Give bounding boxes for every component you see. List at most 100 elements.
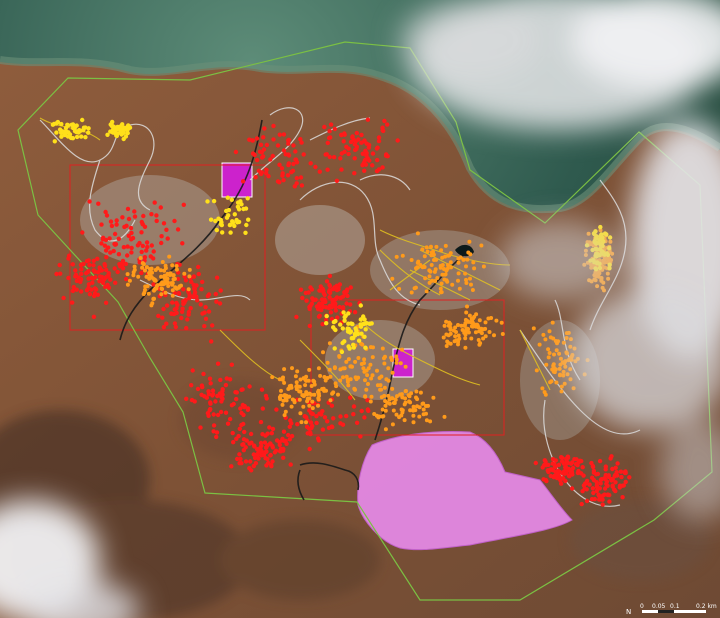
damage-point-damaged <box>440 255 445 260</box>
scale-bar-segment-1 <box>642 610 658 613</box>
damage-point-destroyed <box>144 240 150 245</box>
damage-point-destroyed <box>243 445 248 450</box>
damage-point-destroyed <box>365 117 371 122</box>
damage-point-destroyed <box>330 302 336 307</box>
damage-point-destroyed <box>116 252 122 257</box>
damage-point-destroyed <box>275 179 281 184</box>
damage-point-destroyed <box>325 167 330 172</box>
damage-point-destroyed <box>602 476 607 481</box>
damage-point-damaged <box>163 275 168 280</box>
damage-point-destroyed <box>165 236 170 241</box>
damage-point-damaged <box>439 248 444 253</box>
damage-point-damaged <box>390 370 395 375</box>
damage-point-destroyed <box>300 295 305 301</box>
damage-point-destroyed <box>286 137 292 143</box>
damage-point-damaged <box>165 280 170 285</box>
damage-point-destroyed <box>160 315 165 320</box>
damage-point-damaged <box>317 393 322 398</box>
damage-point-destroyed <box>154 218 159 224</box>
damage-point-destroyed <box>344 413 349 419</box>
damage-point-damaged <box>384 377 389 382</box>
damage-point-damaged <box>363 394 368 399</box>
damage-point-damaged <box>466 319 471 324</box>
damage-point-damaged <box>333 381 338 386</box>
damage-point-destroyed <box>142 224 148 229</box>
damage-point-damaged <box>440 263 445 267</box>
damage-point-destroyed <box>314 420 319 426</box>
damage-point-destroyed <box>310 411 315 417</box>
damage-point-damaged <box>427 274 432 279</box>
damage-point-destroyed <box>261 135 266 140</box>
damage-point-destroyed <box>370 151 376 156</box>
damage-point-damaged <box>429 253 434 258</box>
damage-point-damaged <box>404 389 408 393</box>
damage-point-destroyed <box>190 368 195 373</box>
damage-point-damaged <box>568 377 573 382</box>
damage-point-damaged <box>131 270 136 275</box>
damage-point-possibly_damaged <box>347 346 352 351</box>
damage-point-destroyed <box>291 143 296 148</box>
damage-point-damaged <box>424 289 429 294</box>
damage-point-destroyed <box>107 236 112 241</box>
damage-point-damaged <box>428 269 433 274</box>
damage-point-destroyed <box>261 452 267 458</box>
damage-point-damaged <box>474 312 479 317</box>
damage-point-damaged <box>418 390 423 395</box>
damage-point-destroyed <box>104 255 109 260</box>
damage-point-damaged <box>290 366 294 371</box>
damage-point-destroyed <box>302 414 307 419</box>
damage-point-destroyed <box>183 297 188 303</box>
damage-point-destroyed <box>125 206 131 212</box>
damage-point-destroyed <box>248 459 253 464</box>
damage-point-destroyed <box>254 157 260 163</box>
damage-point-destroyed <box>617 483 623 488</box>
damage-point-destroyed <box>185 317 190 322</box>
damage-point-damaged <box>138 256 143 260</box>
damage-point-destroyed <box>176 291 182 297</box>
damage-point-damaged <box>422 254 427 259</box>
damage-point-destroyed <box>214 434 219 440</box>
damage-point-destroyed <box>316 304 322 310</box>
damage-point-damaged <box>390 276 395 281</box>
damage-point-damaged <box>487 330 492 334</box>
damage-point-damaged <box>446 323 451 328</box>
damage-point-destroyed <box>600 493 606 498</box>
damage-point-destroyed <box>568 461 574 466</box>
damage-point-damaged <box>456 333 461 338</box>
damage-point-destroyed <box>260 154 266 159</box>
damage-point-damaged <box>363 378 367 383</box>
damage-point-damaged <box>403 364 408 369</box>
damage-point-damaged <box>534 368 539 373</box>
damage-point-possibly_damaged <box>346 321 351 326</box>
damage-point-destroyed <box>307 323 312 329</box>
damage-point-damaged <box>468 276 472 281</box>
damage-point-destroyed <box>200 279 205 285</box>
damage-point-destroyed <box>360 151 365 156</box>
damage-point-damaged <box>424 245 429 250</box>
damage-point-damaged <box>170 281 175 285</box>
damage-point-destroyed <box>231 440 236 445</box>
damage-point-possibly_damaged <box>81 128 86 133</box>
damage-point-destroyed <box>100 235 106 240</box>
damage-point-destroyed <box>210 323 215 328</box>
damage-point-possibly_damaged <box>105 132 110 137</box>
damage-point-possibly_damaged <box>71 125 76 131</box>
damage-point-destroyed <box>366 142 372 148</box>
damage-point-damaged <box>389 355 394 360</box>
damage-point-damaged <box>543 337 548 342</box>
damage-point-destroyed <box>102 262 107 267</box>
damage-point-destroyed <box>164 321 169 326</box>
damage-point-damaged <box>456 278 460 283</box>
damage-point-damaged <box>551 363 556 368</box>
damage-point-possibly_damaged <box>243 230 248 235</box>
damage-point-destroyed <box>346 146 351 151</box>
damage-point-destroyed <box>564 461 570 466</box>
damage-point-destroyed <box>108 277 113 282</box>
damage-point-damaged <box>465 257 470 262</box>
damage-point-destroyed <box>208 381 213 386</box>
damage-point-destroyed <box>172 307 177 312</box>
damage-point-destroyed <box>342 149 347 154</box>
damage-point-destroyed <box>97 274 103 279</box>
damage-point-destroyed <box>286 141 291 146</box>
damage-point-destroyed <box>575 470 581 476</box>
